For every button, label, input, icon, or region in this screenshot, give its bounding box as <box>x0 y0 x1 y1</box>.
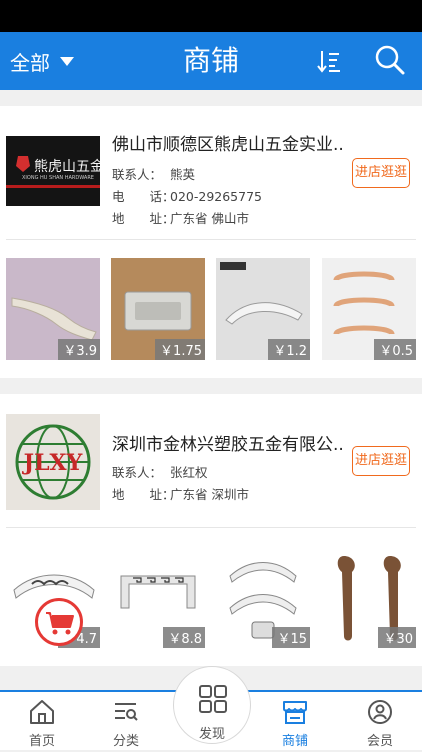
tab-label: 首页 <box>28 734 55 749</box>
phone-label: 电 话： <box>112 189 175 204</box>
visit-shop-button[interactable]: 进店逛逛 <box>352 158 410 188</box>
product-price: ￥1.75 <box>155 339 205 360</box>
product-thumbnail[interactable]: ￥15 <box>216 546 310 648</box>
contact-label: 联系人： <box>112 465 163 480</box>
product-price: ￥1.2 <box>268 339 310 360</box>
tab-home[interactable]: 首页 <box>0 692 84 752</box>
contact-label: 联系人： <box>112 167 163 182</box>
product-thumbnail[interactable]: ￥8.8 <box>111 546 205 648</box>
visit-shop-button[interactable]: 进店逛逛 <box>352 446 410 476</box>
address-label: 地 址： <box>112 487 175 502</box>
filter-dropdown[interactable]: 全部 <box>10 32 74 90</box>
sort-icon[interactable] <box>316 48 342 74</box>
shop-address: 地 址：广东省 深圳市 <box>112 484 249 503</box>
shop-card[interactable]: 熊虎山五金 XIONG HU SHAN HARDWARE 佛山市顺德区熊虎山五金… <box>0 106 422 378</box>
shop-icon <box>283 701 307 724</box>
product-price: ￥3.9 <box>58 339 100 360</box>
home-icon <box>30 700 54 724</box>
shop-phone: 电 话：020-29265775 <box>112 186 262 205</box>
tab-shop[interactable]: 商铺 <box>253 692 337 752</box>
tab-label: 商铺 <box>281 734 308 749</box>
product-thumbnail[interactable]: ￥0.5 <box>322 258 416 360</box>
filter-label: 全部 <box>10 50 50 75</box>
shop-address: 地 址：广东省 佛山市 <box>112 208 249 227</box>
shop-name[interactable]: 深圳市金林兴塑胶五金有限公... <box>112 430 342 455</box>
member-icon <box>368 700 392 724</box>
product-thumbnail[interactable]: ￥1.2 <box>216 258 310 360</box>
status-bar <box>0 0 422 32</box>
shop-contact: 联系人： 熊英 <box>112 164 195 183</box>
product-price: ￥8.8 <box>163 627 205 648</box>
product-thumbnail[interactable]: ￥1.75 <box>111 258 205 360</box>
search-icon[interactable] <box>374 44 406 76</box>
tab-label: 分类 <box>112 734 139 749</box>
chevron-down-icon <box>60 56 74 66</box>
address-value: 广东省 佛山市 <box>170 211 249 226</box>
shop-info[interactable]: 熊虎山五金 XIONG HU SHAN HARDWARE 佛山市顺德区熊虎山五金… <box>6 106 416 240</box>
tab-member[interactable]: 会员 <box>338 692 422 752</box>
contact-value: 张红权 <box>170 465 208 480</box>
product-price: ￥30 <box>378 627 416 648</box>
shop-name[interactable]: 佛山市顺德区熊虎山五金实业... <box>112 130 342 155</box>
phone-value[interactable]: 020-29265775 <box>170 189 262 204</box>
cart-icon <box>46 612 74 635</box>
discover-icon <box>199 685 227 713</box>
product-thumbnail[interactable]: ￥30 <box>322 546 416 648</box>
tab-label: 发现 <box>198 727 225 742</box>
tab-category[interactable]: 分类 <box>84 692 168 752</box>
tab-discover[interactable]: 发现 <box>173 666 251 744</box>
product-price: ￥0.5 <box>374 339 416 360</box>
product-price: ￥15 <box>272 627 310 648</box>
tab-label: 会员 <box>366 734 393 749</box>
product-thumbnail[interactable]: ￥3.9 <box>6 258 100 360</box>
address-value: 广东省 深圳市 <box>170 487 249 502</box>
shop-logo: JLXY <box>6 414 100 510</box>
shop-info[interactable]: JLXY 深圳市金林兴塑胶五金有限公... 联系人： 张红权 地 址：广东省 深圳… <box>6 394 416 528</box>
logo-subtext: XIONG HU SHAN HARDWARE <box>22 175 94 181</box>
logo-text: 熊虎山五金 <box>34 159 100 175</box>
shop-logo: 熊虎山五金 XIONG HU SHAN HARDWARE <box>6 136 100 206</box>
category-icon <box>115 703 138 721</box>
address-label: 地 址： <box>112 211 175 226</box>
product-row: ￥3.9 ￥1.75 ￥1.2 ￥0.5 <box>0 240 422 378</box>
contact-value: 熊英 <box>170 167 196 182</box>
logo-text: JLXY <box>23 450 83 476</box>
app-header: 全部 商铺 <box>0 32 422 90</box>
shop-contact: 联系人： 张红权 <box>112 462 208 481</box>
cart-button[interactable] <box>35 598 83 646</box>
